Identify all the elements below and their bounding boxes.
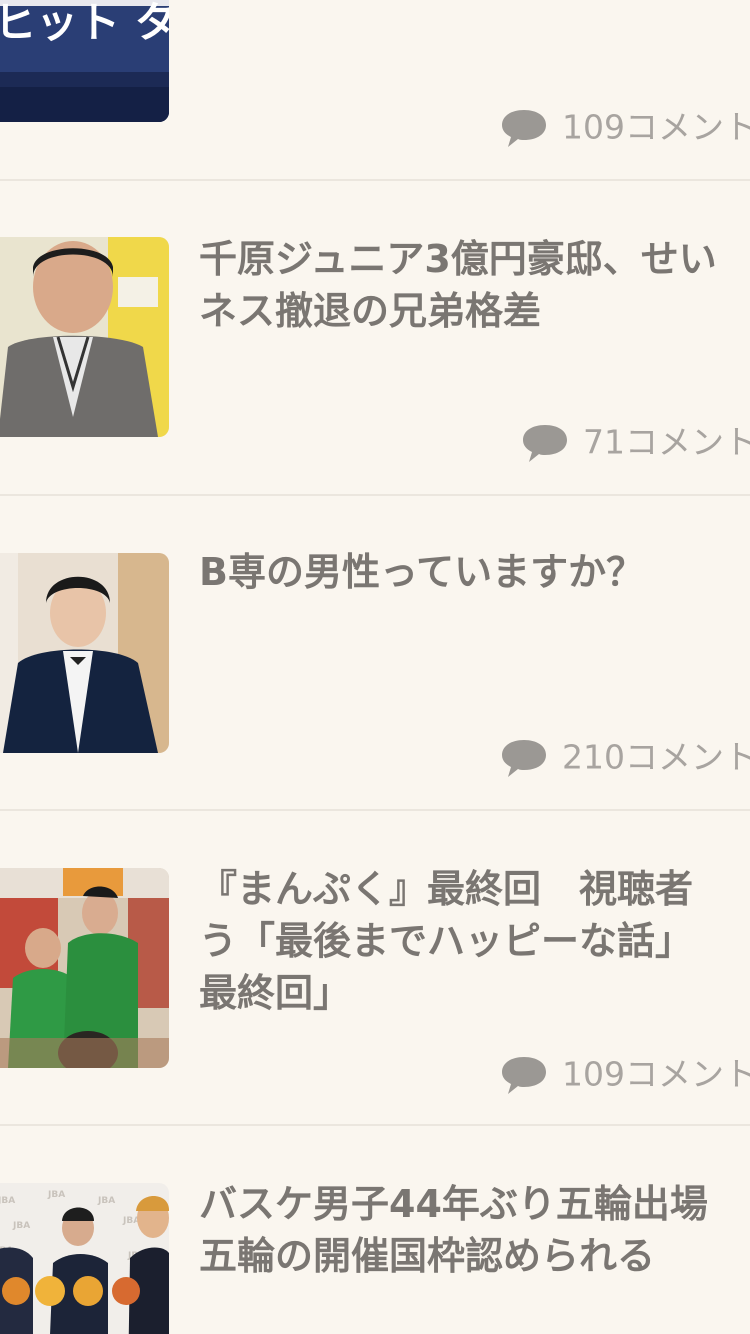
svg-text:JBA: JBA bbox=[12, 1221, 30, 1231]
comment-count[interactable]: 109コメント bbox=[500, 1051, 750, 1095]
article-thumbnail bbox=[0, 553, 169, 753]
comment-count-number: 109 bbox=[562, 107, 625, 147]
article-item[interactable]: ヒット タジオ 109コメント bbox=[0, 0, 750, 180]
article-title-line: バスケ男子44年ぶり五輪出場 bbox=[199, 1182, 708, 1226]
article-title-line: ネス撤退の兄弟格差 bbox=[199, 289, 542, 333]
article-title-line: う「最後までハッピーな話」 bbox=[199, 919, 694, 963]
article-title[interactable]: バスケ男子44年ぶり五輪出場 五輪の開催国枠認められる bbox=[199, 1178, 750, 1282]
article-title-line: 千原ジュニア3億円豪邸、せい bbox=[199, 237, 717, 281]
article-thumbnail bbox=[0, 237, 169, 437]
article-title[interactable]: B専の男性っていますか？ bbox=[199, 546, 750, 598]
comment-count-number: 109 bbox=[562, 1054, 625, 1094]
svg-text:JBA: JBA bbox=[0, 1196, 15, 1206]
comment-count-number: 71 bbox=[583, 422, 625, 462]
article-item[interactable]: B専の男性っていますか？ 210コメント bbox=[0, 496, 750, 809]
comment-bubble-icon bbox=[521, 422, 569, 464]
article-item[interactable]: 千原ジュニア3億円豪邸、せい ネス撤退の兄弟格差 71コメント bbox=[0, 181, 750, 494]
comment-count-suffix: コメント bbox=[625, 422, 750, 462]
article-title-line: 『まんぷく』最終回 視聴者 bbox=[199, 867, 694, 911]
comment-count[interactable]: 71コメント bbox=[521, 419, 750, 463]
comment-count-suffix: コメント bbox=[625, 1054, 750, 1094]
article-item[interactable]: JBAJBAJBA JBAJBAJBA JBA バスケ男子44年ぶり五輪出場 五… bbox=[0, 1126, 750, 1334]
article-feed: ヒット タジオ 109コメント 千原ジュニア3億円豪邸 bbox=[0, 0, 750, 1334]
article-thumbnail: JBAJBAJBA JBAJBAJBA JBA bbox=[0, 1183, 169, 1334]
svg-text:JBA: JBA bbox=[47, 1190, 65, 1200]
comment-bubble-icon bbox=[500, 737, 548, 779]
article-title[interactable]: 『まんぷく』最終回 視聴者 う「最後までハッピーな話」 最終回」 bbox=[199, 863, 750, 1019]
comment-count-suffix: コメント bbox=[625, 107, 750, 147]
article-title-line: 最終回」 bbox=[199, 971, 352, 1015]
article-item[interactable]: 『まんぷく』最終回 視聴者 う「最後までハッピーな話」 最終回」 109コメント bbox=[0, 811, 750, 1124]
comment-count[interactable]: 109コメント bbox=[500, 104, 750, 148]
comment-count-number: 210 bbox=[562, 737, 625, 777]
svg-text:ヒット タジオ: ヒット タジオ bbox=[0, 0, 169, 47]
article-thumbnail bbox=[0, 868, 169, 1068]
article-thumbnail: ヒット タジオ bbox=[0, 0, 169, 122]
comment-bubble-icon bbox=[500, 1054, 548, 1096]
svg-text:JBA: JBA bbox=[97, 1196, 115, 1206]
comment-count-suffix: コメント bbox=[625, 737, 750, 777]
article-title-line: B専の男性っていますか？ bbox=[199, 550, 645, 594]
article-title[interactable]: 千原ジュニア3億円豪邸、せい ネス撤退の兄弟格差 bbox=[199, 233, 750, 337]
comment-bubble-icon bbox=[500, 107, 548, 149]
comment-count[interactable]: 210コメント bbox=[500, 734, 750, 778]
article-title-line: 五輪の開催国枠認められる bbox=[199, 1234, 656, 1278]
